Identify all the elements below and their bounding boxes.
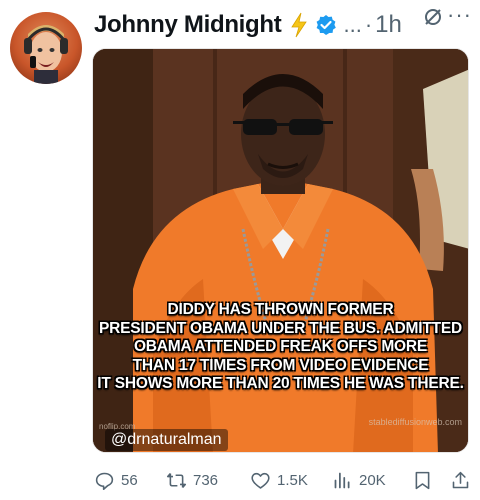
tweet-media-image[interactable]: DIDDY HAS THROWN FORMER PRESIDENT OBAMA … <box>92 48 469 453</box>
repost-count: 736 <box>193 471 219 489</box>
share-icon <box>452 471 469 488</box>
bookmark-button[interactable] <box>412 466 433 494</box>
lightning-icon <box>291 12 308 38</box>
views-count: 20K <box>359 471 386 489</box>
caption-line: OBAMA ATTENDED FREAK OFFS MORE <box>133 338 428 355</box>
more-icon[interactable]: ··· <box>447 2 472 28</box>
caption-line: THAN 17 TIMES FROM VIDEO EVIDENCE <box>132 356 429 374</box>
watermark-right: stablediffusionweb.com <box>368 417 462 427</box>
verified-badge-icon[interactable] <box>315 14 337 36</box>
repost-icon <box>166 472 187 488</box>
tweet-actions: 56 736 1.5K 20K <box>92 466 472 494</box>
like-count: 1.5K <box>277 471 308 489</box>
display-name[interactable]: Johnny Midnight <box>94 11 282 39</box>
views-button[interactable]: 20K <box>332 466 386 494</box>
caption-line: IT SHOWS MORE THAN 20 TIMES HE WAS THERE… <box>97 375 464 392</box>
separator-dot: · <box>364 12 373 37</box>
avatar[interactable] <box>10 12 82 84</box>
like-button[interactable]: 1.5K <box>250 466 308 494</box>
image-handle-tag: @drnaturalman <box>105 429 228 451</box>
reply-button[interactable]: 56 <box>94 466 138 494</box>
caption-line: PRESIDENT OBAMA UNDER THE BUS. ADMITTED <box>98 319 463 337</box>
image-caption: DIDDY HAS THROWN FORMER PRESIDENT OBAMA … <box>97 301 464 394</box>
repost-button[interactable]: 736 <box>166 466 218 494</box>
name-truncation: ... <box>343 12 362 37</box>
like-icon <box>251 472 270 489</box>
timestamp[interactable]: 1h <box>375 11 402 39</box>
reply-icon <box>95 472 114 490</box>
share-button[interactable] <box>450 466 471 494</box>
grok-icon[interactable] <box>422 6 444 28</box>
bookmark-icon <box>415 471 430 489</box>
reply-count: 56 <box>121 471 138 489</box>
views-icon <box>334 472 350 488</box>
caption-line: DIDDY HAS THROWN FORMER <box>167 301 394 318</box>
